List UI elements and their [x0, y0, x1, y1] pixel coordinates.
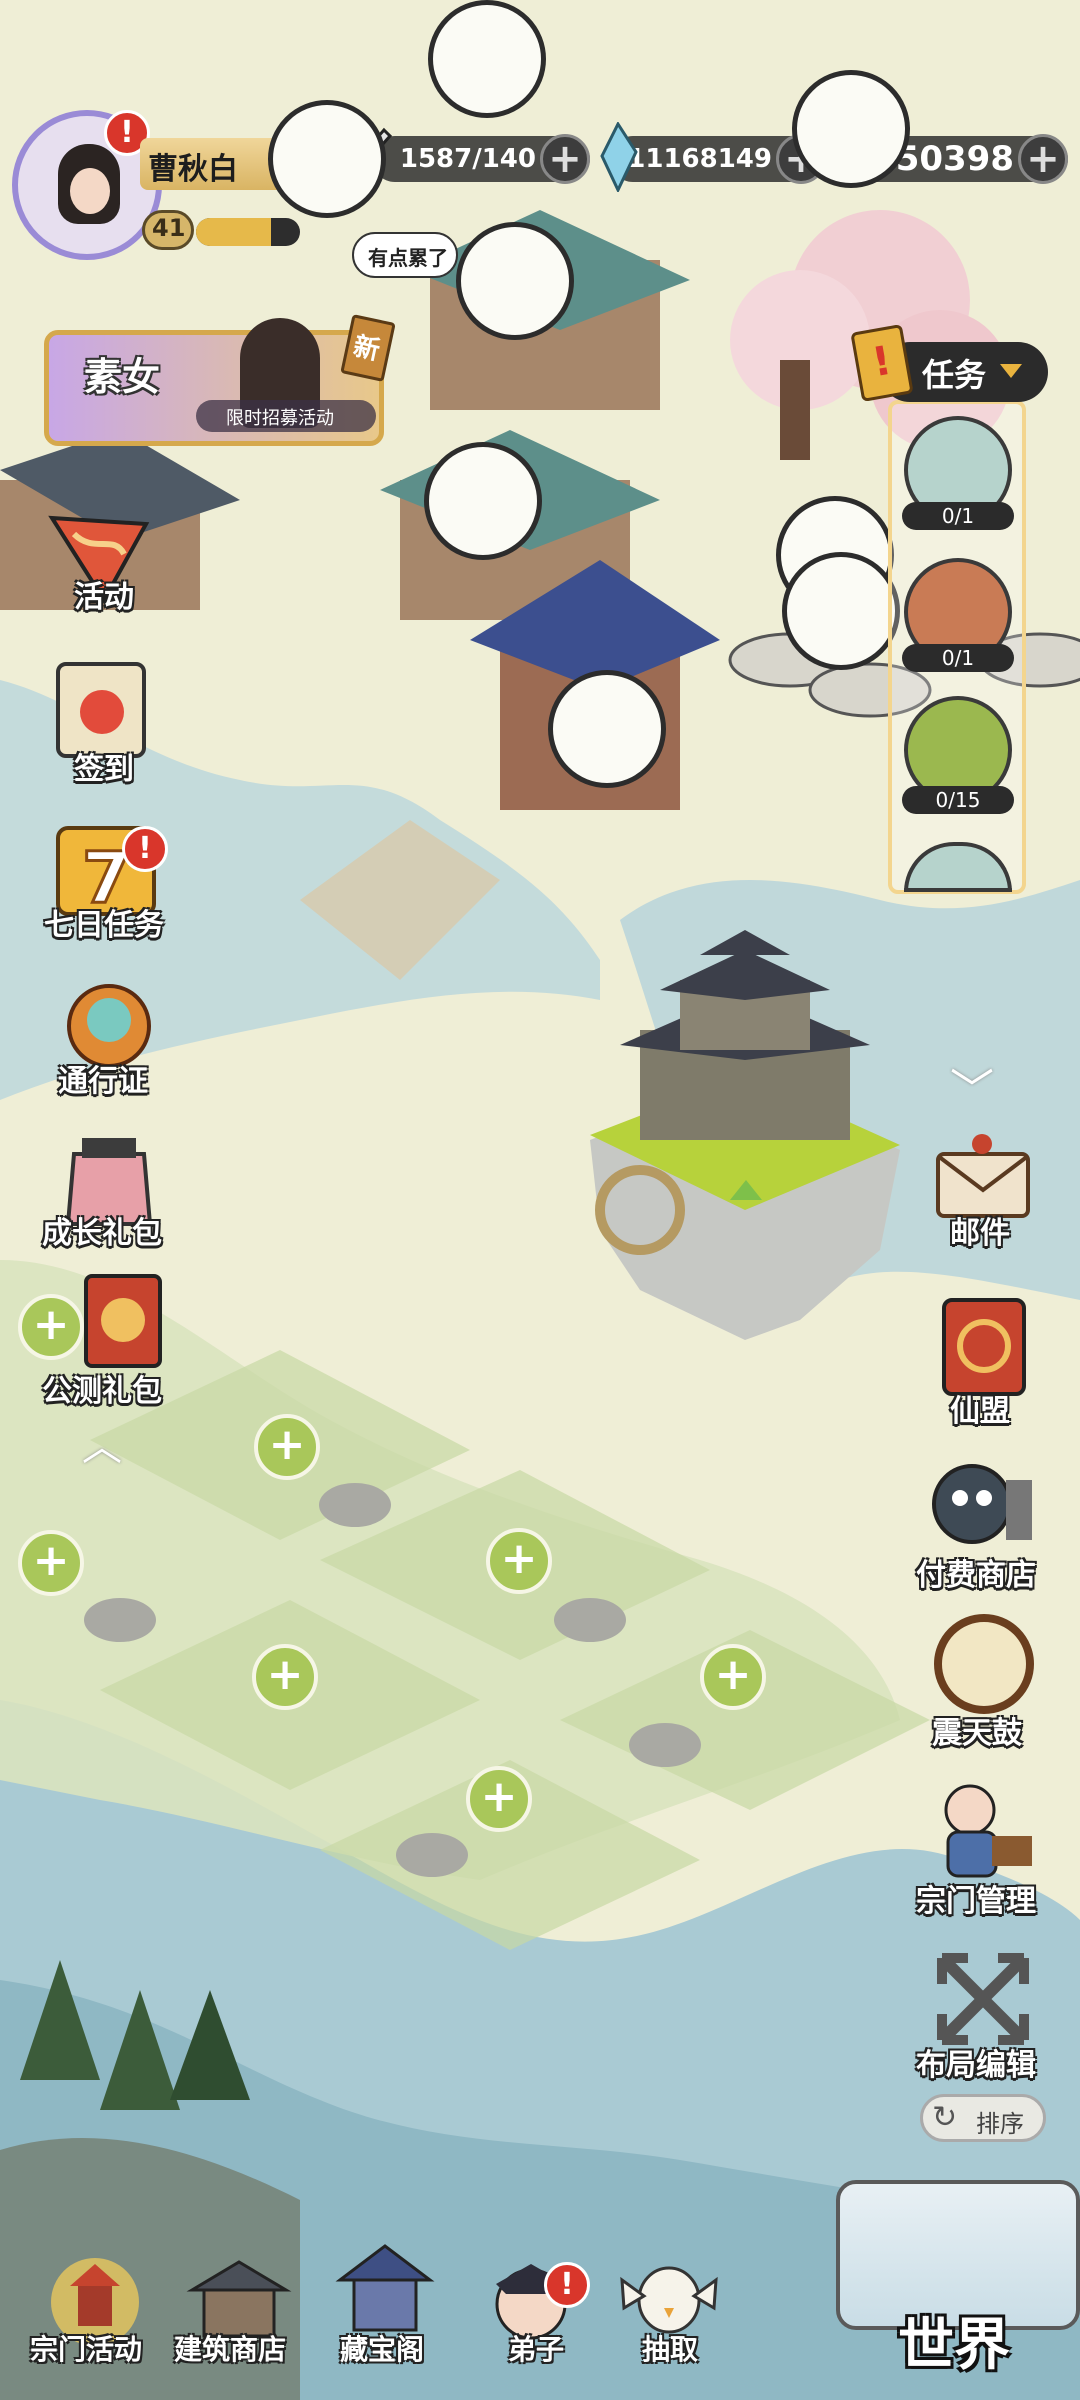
sort-refresh-icon: ↻ [932, 2100, 958, 2135]
growth-gift-label: 成长礼包 [42, 1216, 162, 1251]
sign-in-label: 签到 [74, 752, 134, 787]
alliance-banner-icon[interactable] [930, 1290, 1040, 1400]
harvest-bubble-top-right[interactable] [792, 70, 910, 188]
gem-value: 50398 [895, 139, 1014, 179]
mail-label: 邮件 [950, 1216, 1010, 1251]
nav-sect-event-label[interactable]: 宗门活动 [30, 2328, 142, 2368]
harvest-bubble-scrolls[interactable] [548, 670, 666, 788]
paid-shop-label: 付费商店 [916, 1558, 1036, 1593]
seven-day-label: 七日任务 [44, 908, 164, 943]
harvest-bubble-seeds[interactable] [428, 0, 546, 118]
build-plot-pin-2[interactable]: + [254, 1414, 320, 1480]
sect-manage-label: 宗门管理 [916, 1884, 1036, 1919]
expand-right-menu-icon[interactable]: ﹀ [950, 1054, 994, 1118]
harvest-bubble-ore-2[interactable] [782, 552, 900, 670]
recruit-hero-name: 素女 [84, 355, 161, 399]
nav-treasure-label[interactable]: 藏宝阁 [340, 2328, 424, 2368]
build-plot-pin-7[interactable]: + [466, 1766, 532, 1832]
exp-bar-fill [196, 218, 271, 246]
spirit-crystal-icon [598, 120, 640, 196]
task-panel-title: 任务 [922, 356, 987, 394]
build-plot-pin-1[interactable]: + [18, 1294, 84, 1360]
collapse-left-menu-icon[interactable]: ︿ [82, 1414, 122, 1472]
nav-disciple-label[interactable]: 弟子 [508, 2328, 564, 2368]
public-test-gift-icon[interactable] [70, 1266, 180, 1376]
speech-text: 有点累了 [368, 246, 448, 270]
sect-manager-icon[interactable] [928, 1776, 1038, 1886]
layout-edit-label: 布局编辑 [916, 2048, 1036, 2083]
shop-keeper-icon[interactable] [926, 1450, 1036, 1560]
upgrade-arrow-icon[interactable] [730, 1180, 762, 1200]
nav-building-shop-label[interactable]: 建筑商店 [174, 2328, 286, 2368]
activity-label: 活动 [74, 580, 134, 615]
drum-icon[interactable] [930, 1608, 1040, 1718]
harvest-bubble-ore-3[interactable] [268, 100, 386, 218]
build-plot-pin-5[interactable]: + [252, 1644, 318, 1710]
drum-label: 震天鼓 [932, 1716, 1022, 1751]
harvest-bubble-herb[interactable] [456, 222, 574, 340]
recruit-subtitle: 限时招募活动 [226, 408, 334, 429]
layout-edit-icon[interactable] [928, 1944, 1038, 2054]
add-gem-button[interactable]: + [1018, 134, 1068, 184]
build-plot-pin-4[interactable]: + [486, 1528, 552, 1594]
exp-bar [196, 218, 300, 246]
harvest-bubble-herb-2[interactable] [424, 442, 542, 560]
task-panel-dropdown-icon [1000, 364, 1022, 378]
nav-draw-label[interactable]: 抽取 [642, 2328, 698, 2368]
disciple-alert-icon: ! [544, 2262, 590, 2308]
player-name: 曹秋白 [148, 152, 238, 187]
task-count-3: 0/15 [902, 786, 1014, 814]
task-count-2: 0/1 [902, 644, 1014, 672]
sort-label: 排序 [976, 2110, 1024, 2138]
build-plot-pin-6[interactable]: + [700, 1644, 766, 1710]
seven-day-alert-icon: ! [122, 826, 168, 872]
stamina-value: 1587/140 [399, 144, 536, 174]
build-plot-pin-3[interactable]: + [18, 1530, 84, 1596]
task-count-1: 0/1 [902, 502, 1014, 530]
spirit-stone-value: 11168149 [627, 144, 772, 174]
add-stamina-button[interactable]: + [540, 134, 590, 184]
stamina-counter[interactable]: 1587/140 + [372, 134, 590, 184]
pass-label: 通行证 [58, 1064, 148, 1099]
player-level: 41 [152, 214, 186, 242]
public-test-gift-label: 公测礼包 [42, 1374, 162, 1409]
world-button-label[interactable]: 世界 [898, 2300, 1010, 2381]
alliance-label: 仙盟 [950, 1394, 1010, 1429]
